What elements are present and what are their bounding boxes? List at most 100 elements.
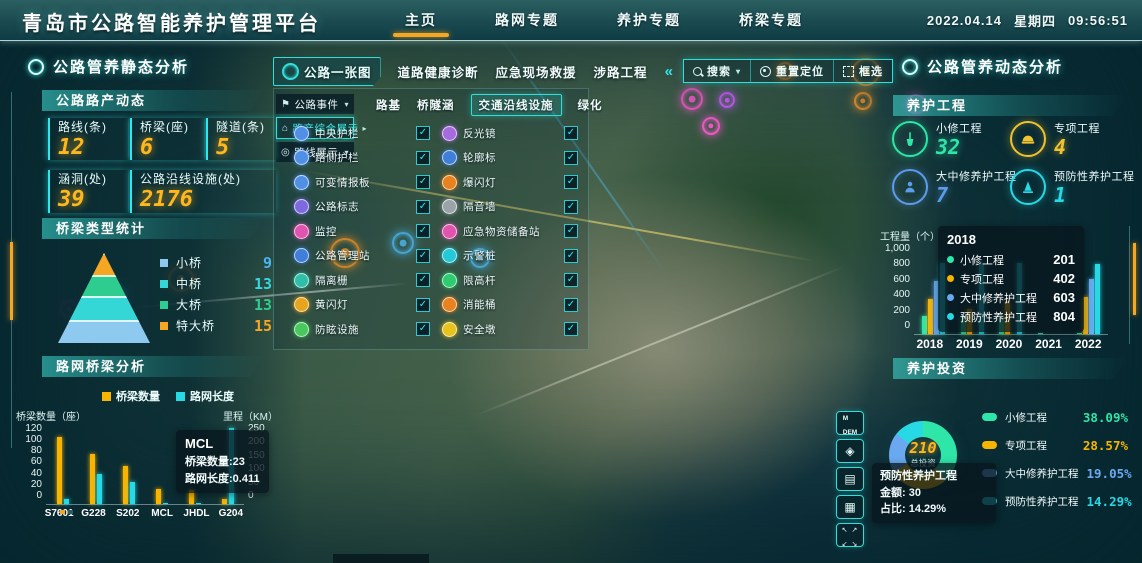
nav-tab-3[interactable]: 桥梁专题 (739, 0, 803, 40)
map-tool-cube-button[interactable]: ◈ (836, 439, 864, 463)
layer-checkbox[interactable]: ✓ (564, 273, 578, 287)
road-stat-label: 桥梁(座) (140, 118, 204, 135)
box-select-icon (843, 66, 854, 77)
search-button[interactable]: 搜索 ▾ (684, 60, 750, 82)
map-tool-map-button[interactable]: ▤ (836, 467, 864, 491)
chart-bar (163, 503, 168, 504)
y-tick: 1,000 (880, 243, 910, 254)
chart-bar (156, 489, 161, 504)
layer-item[interactable]: 公路标志✓ (294, 195, 430, 220)
layer-item-label: 公路管理站 (315, 248, 410, 263)
section-ring-icon (28, 59, 44, 75)
layer-item[interactable]: 监控✓ (294, 219, 430, 244)
nav-tab-0[interactable]: 主页 (405, 0, 437, 40)
layer-checkbox[interactable]: ✓ (416, 273, 430, 287)
box-select-button[interactable]: 框选 (833, 60, 892, 82)
tooltip-series-row: 预防性养护工程804 (947, 307, 1075, 326)
y-axis-left-ticks: 120100806040200 (16, 423, 46, 501)
investment-legend-row[interactable]: 预防性养护工程14.29% (982, 492, 1128, 510)
investment-band: 养护投资 (893, 358, 1127, 379)
layer-item-label: 轮廓标 (463, 150, 558, 165)
layer-item[interactable]: 限高杆✓ (442, 268, 578, 293)
layer-checkbox[interactable]: ✓ (564, 224, 578, 238)
layer-checkbox[interactable]: ✓ (564, 126, 578, 140)
layer-item[interactable]: 安全墩✓ (442, 317, 578, 342)
layer-tab-1[interactable]: 桥隧涵 (417, 97, 455, 113)
legend-percent: 38.09% (1083, 410, 1128, 425)
layer-item[interactable]: 反光镜✓ (442, 121, 578, 146)
layer-item[interactable]: 黄闪灯✓ (294, 293, 430, 318)
layer-checkbox[interactable]: ✓ (564, 200, 578, 214)
header-bar: 青岛市公路智能养护管理平台 主页路网专题养护专题桥梁专题 2022.04.14 … (0, 0, 1142, 41)
layer-tab-0[interactable]: 路基 (376, 97, 401, 113)
investment-legend-row[interactable]: 小修工程38.09% (982, 408, 1128, 426)
layer-menu-0[interactable]: ⚑公路事件▾ (276, 94, 354, 114)
box-select-label: 框选 (859, 63, 883, 79)
layer-checkbox[interactable]: ✓ (416, 249, 430, 263)
layer-item[interactable]: 路侧护栏✓ (294, 146, 430, 171)
toolbar-button-3[interactable]: 涉路工程 (594, 62, 648, 81)
chart-legend-item[interactable]: 路网长度 (176, 388, 234, 404)
chart-legend-item[interactable]: 桥梁数量 (102, 388, 160, 404)
x-tick-label: G204 (214, 508, 248, 520)
layer-item-icon (442, 175, 457, 190)
layer-item[interactable]: 可变情报板✓ (294, 170, 430, 195)
layer-checkbox[interactable]: ✓ (564, 322, 578, 336)
layer-checkbox[interactable]: ✓ (416, 126, 430, 140)
layer-item[interactable]: 示警桩✓ (442, 244, 578, 269)
layer-item[interactable]: 隔音墙✓ (442, 195, 578, 220)
x-tick-label: JHDL (179, 508, 213, 520)
layer-item[interactable]: 爆闪灯✓ (442, 170, 578, 195)
nav-tab-2[interactable]: 养护专题 (617, 0, 681, 40)
layer-tab-2[interactable]: 交通沿线设施 (471, 94, 562, 116)
layer-item[interactable]: 消能桶✓ (442, 293, 578, 318)
layer-checkbox[interactable]: ✓ (416, 151, 430, 165)
collapse-chevron-icon[interactable]: « (665, 63, 673, 80)
toolbar-button-1[interactable]: 道路健康诊断 (398, 62, 479, 81)
x-tick-label: G228 (76, 508, 110, 520)
menu-icon: ⌂ (282, 123, 289, 134)
layer-item[interactable]: 防眩设施✓ (294, 317, 430, 342)
layer-checkbox[interactable]: ✓ (416, 224, 430, 238)
maintenance-stat-value: 7 (936, 184, 1017, 206)
legend-marker (176, 392, 185, 401)
map-poi-marker[interactable] (702, 117, 720, 135)
donut-tooltip: 预防性养护工程 金额: 30 占比: 14.29% (872, 463, 996, 523)
layer-item[interactable]: 应急物资储备站✓ (442, 219, 578, 244)
layer-item[interactable]: 公路管理站 ✓ (294, 244, 430, 269)
pyramid-layer (58, 320, 150, 343)
layer-checkbox[interactable]: ✓ (416, 298, 430, 312)
layer-checkbox[interactable]: ✓ (564, 298, 578, 312)
series-dot (947, 294, 954, 301)
road-stat-value: 12 (58, 135, 128, 160)
layer-checkbox[interactable]: ✓ (416, 200, 430, 214)
layer-item[interactable]: 中央护栏✓ (294, 121, 430, 146)
layer-checkbox[interactable]: ✓ (564, 249, 578, 263)
tooltip-series-row: 小修工程201 (947, 250, 1075, 269)
legend-marker (102, 392, 111, 401)
map-tool-dem-button[interactable]: MDEM (836, 411, 864, 435)
investment-legend-row[interactable]: 专项工程28.57% (982, 436, 1128, 454)
layer-checkbox[interactable]: ✓ (416, 322, 430, 336)
layer-checkbox[interactable]: ✓ (416, 175, 430, 189)
toolbar-button-0[interactable]: 公路一张图 (273, 57, 381, 86)
layer-tab-3[interactable]: 绿化 (578, 97, 603, 113)
layer-item[interactable]: 轮廓标 ✓ (442, 146, 578, 171)
maintenance-stat-value: 4 (1054, 136, 1100, 158)
network-chart-legend: 桥梁数量路网长度 (102, 388, 234, 404)
layer-checkbox[interactable]: ✓ (564, 175, 578, 189)
series-dot (947, 275, 954, 282)
layer-checkbox[interactable]: ✓ (564, 151, 578, 165)
toolbar-button-2[interactable]: 应急现场救援 (496, 62, 577, 81)
road-stat: 涵洞(处)39 (48, 170, 128, 212)
map-poi-marker[interactable] (681, 88, 703, 110)
layer-item[interactable]: 隔离栅✓ (294, 268, 430, 293)
nav-tab-1[interactable]: 路网专题 (495, 0, 559, 40)
map-tool-expand-button[interactable]: ↖ ↗↙ ↘ (836, 523, 864, 547)
investment-legend-row[interactable]: 大中修养护工程19.05% (982, 464, 1128, 482)
toolbar-button-label: 应急现场救援 (496, 66, 577, 80)
map-tool-buildings-button[interactable]: ▦ (836, 495, 864, 519)
reset-position-button[interactable]: 重置定位 (750, 60, 833, 82)
map-poi-marker[interactable] (719, 92, 735, 108)
layer-checkbox-grid: 中央护栏✓反光镜✓路侧护栏✓轮廓标✓可变情报板✓爆闪灯✓公路标志✓隔音墙✓监控✓… (294, 121, 578, 342)
